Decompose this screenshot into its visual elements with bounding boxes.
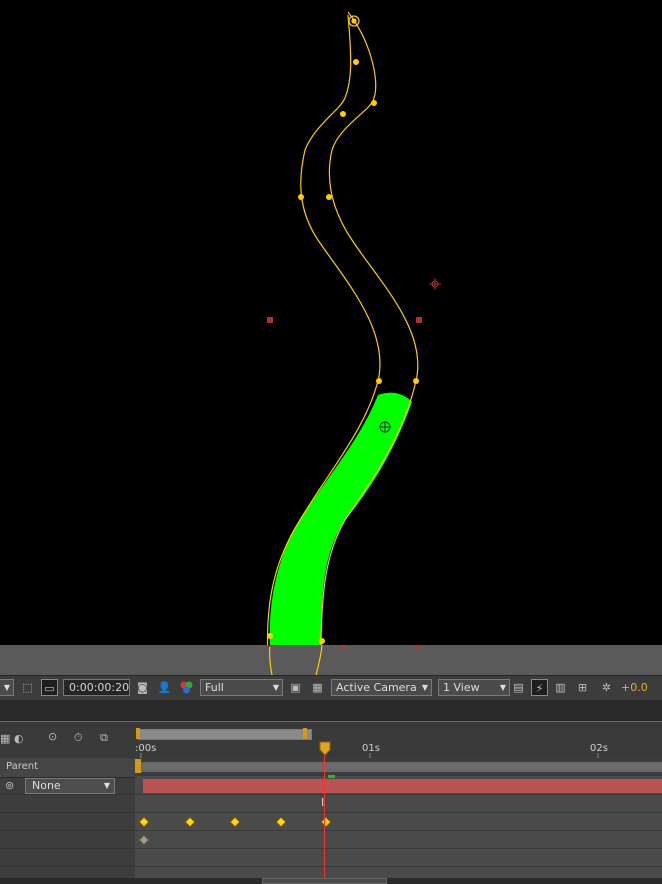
keyframe-row <box>135 813 662 831</box>
flowchart-icon[interactable]: ⊞ <box>574 679 591 696</box>
stopwatch-icon[interactable]: ⏱ <box>74 731 92 749</box>
parent-value: None <box>32 779 61 792</box>
resolution-value: Full <box>205 681 224 694</box>
layer-switches-icon[interactable]: ▦ <box>0 732 10 749</box>
keyframe-row <box>135 831 662 849</box>
property-row <box>0 849 135 867</box>
draft-3d-icon[interactable]: ⧉ <box>100 731 122 749</box>
scrollbar-thumb[interactable] <box>262 878 387 884</box>
pickwhip-icon[interactable]: ⊚ <box>5 779 14 792</box>
region-of-interest-icon[interactable]: ⬚ <box>19 679 36 696</box>
navigator-range[interactable] <box>138 729 312 740</box>
time-navigator[interactable] <box>135 725 662 741</box>
viewer-toolbar: ▼ ⬚ ▭ 0:00:00:20 ◙ 👤 Full ▼ ▣ ▦ Active C… <box>0 675 662 701</box>
timeline-scrollbar[interactable] <box>0 878 662 884</box>
crosshair-icon[interactable] <box>429 278 441 290</box>
camera-value: Active Camera <box>336 681 417 694</box>
chevron-down-icon: ▼ <box>421 683 428 692</box>
viewer-canvas[interactable] <box>0 0 662 645</box>
chevron-down-icon: ▼ <box>103 781 110 790</box>
navigator-end-handle[interactable] <box>303 728 307 739</box>
shape-path-outline-right[interactable] <box>320 11 419 645</box>
chevron-down-icon: ▼ <box>3 683 10 692</box>
transparency-grid-icon[interactable]: ▭ <box>41 679 58 696</box>
green-shape-fill <box>269 392 412 645</box>
motion-blur-icon[interactable]: ◐ <box>14 732 34 749</box>
keyframe-diamond[interactable] <box>138 816 150 828</box>
panel-divider <box>0 700 662 721</box>
layer-panel: Parent ⊚ None ▼ <box>0 758 135 884</box>
work-area-row <box>135 758 662 776</box>
track-row <box>135 795 662 813</box>
property-row <box>0 831 135 849</box>
camera-dropdown[interactable]: Active Camera ▼ <box>331 679 432 696</box>
track-row <box>135 849 662 867</box>
keyframe-diamond[interactable] <box>320 816 332 828</box>
pixel-aspect-icon[interactable]: ▤ <box>510 679 527 696</box>
reset-exposure-icon[interactable]: ✲ <box>598 679 615 696</box>
pasteboard-area <box>0 645 662 675</box>
timeline-track-area[interactable]: :00s 01s 02s I <box>135 721 662 884</box>
resolution-dropdown[interactable]: Full ▼ <box>200 679 283 696</box>
composition-viewer[interactable] <box>0 0 662 645</box>
exposure-value[interactable]: +0.0 <box>621 679 661 696</box>
checkerboard-icon[interactable]: ▦ <box>309 679 326 696</box>
chevron-down-icon: ▼ <box>499 683 506 692</box>
current-time-indicator[interactable] <box>319 741 331 757</box>
first-vertex-icon[interactable] <box>348 15 360 27</box>
parent-column-header: Parent <box>6 761 39 772</box>
text-cursor-icon: I <box>321 796 325 809</box>
keyframe-diamond[interactable] <box>229 816 241 828</box>
fast-preview-icon[interactable]: ▣ <box>287 679 304 696</box>
ruler-ticks <box>140 753 599 759</box>
timeline-toggle-icon[interactable]: ▥ <box>552 679 569 696</box>
property-row <box>0 795 135 813</box>
layer-duration-bar[interactable] <box>143 779 662 793</box>
show-snapshot-icon[interactable]: 👤 <box>156 679 173 696</box>
view-layout-value: 1 View <box>443 681 480 694</box>
time-ruler[interactable]: :00s 01s 02s <box>135 741 662 759</box>
pasteboard-canvas <box>267 645 422 675</box>
keyframe-diamond[interactable] <box>274 816 287 828</box>
color-channels-icon[interactable] <box>178 679 195 696</box>
magnification-dropdown[interactable]: ▼ <box>0 679 14 696</box>
layer-bound-handles[interactable] <box>267 317 422 323</box>
layer-row: ⊚ None ▼ <box>0 777 135 795</box>
fast-previews-icon[interactable]: ⚡ <box>531 679 548 696</box>
cached-frames-indicator <box>328 775 335 778</box>
playhead-line <box>324 755 325 884</box>
snapshot-camera-icon[interactable]: ◙ <box>134 679 151 696</box>
layer-duration-row <box>135 777 662 795</box>
current-time-display[interactable]: 0:00:00:20 <box>63 679 130 696</box>
keyframe-diamond[interactable] <box>183 816 196 828</box>
track-rows <box>135 758 662 884</box>
chevron-down-icon: ▼ <box>272 683 279 692</box>
parent-dropdown[interactable]: None ▼ <box>25 778 115 794</box>
rgb-circles-icon <box>180 681 193 694</box>
view-layout-dropdown[interactable]: 1 View ▼ <box>438 679 510 696</box>
playhead-icon <box>319 741 331 756</box>
work-area-bar[interactable] <box>141 762 662 772</box>
graph-editor-icon[interactable]: ⊙ <box>48 730 68 750</box>
keyframe-diamond[interactable] <box>138 834 150 846</box>
property-row <box>0 813 135 831</box>
column-header: Parent <box>0 758 135 778</box>
navigator-start-handle[interactable] <box>136 728 140 739</box>
